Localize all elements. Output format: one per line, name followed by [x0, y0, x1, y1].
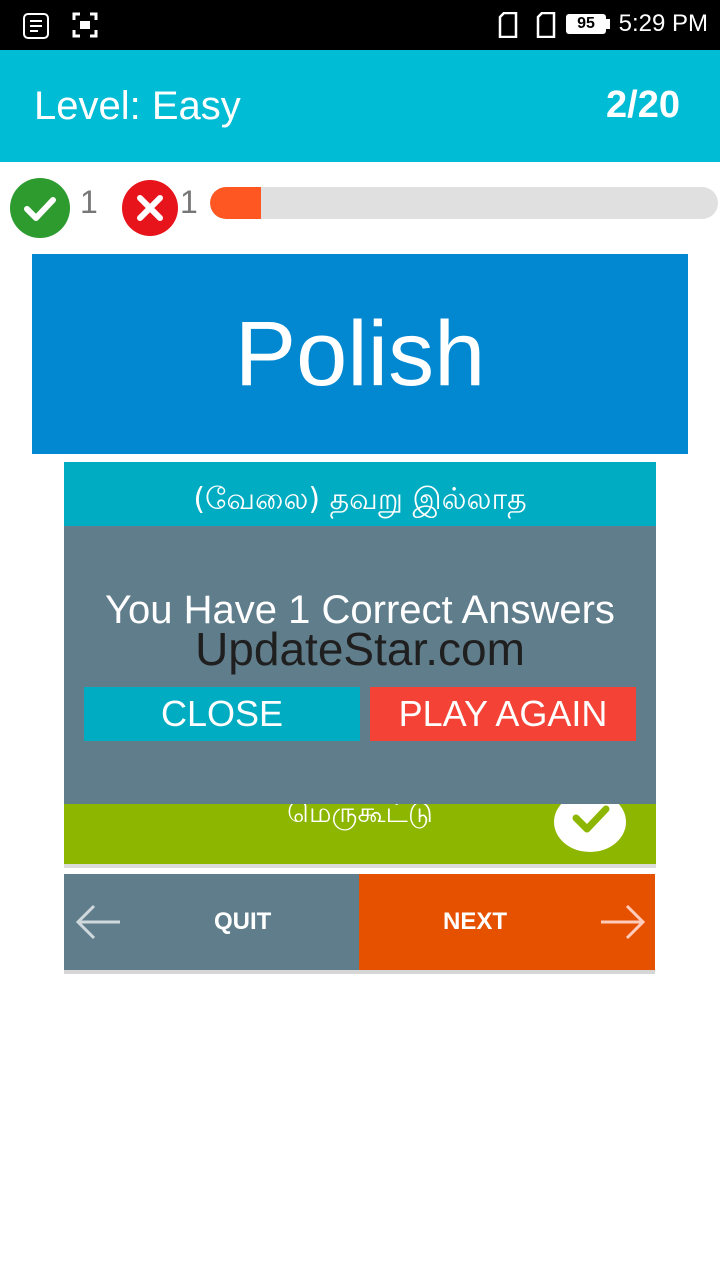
sim-card-icon — [536, 11, 556, 42]
screenshot-icon — [72, 12, 98, 42]
question-counter: 2/20 — [606, 84, 680, 126]
watermark: UpdateStar.com — [195, 623, 525, 675]
app-bar: Level: Easy 2/20 — [0, 50, 720, 162]
quit-label: QUIT — [214, 908, 272, 935]
arrow-right-icon — [599, 902, 647, 946]
wrong-count: 1 — [180, 184, 198, 220]
quit-button[interactable]: QUIT — [64, 874, 359, 974]
correct-count: 1 — [80, 184, 98, 220]
next-button[interactable]: NEXT — [359, 874, 655, 974]
progress-fill — [210, 187, 261, 219]
list-icon — [22, 12, 50, 44]
x-circle-icon — [122, 180, 178, 236]
status-time: 5:29 PM — [618, 10, 708, 37]
sim-card-icon — [498, 11, 518, 42]
check-circle-icon — [10, 178, 70, 238]
arrow-left-icon — [74, 902, 122, 946]
close-button[interactable]: CLOSE — [84, 687, 360, 741]
battery-tip — [606, 19, 610, 29]
progress-bar — [210, 187, 718, 219]
result-dialog: You Have 1 Correct Answers UpdateStar.co… — [64, 526, 656, 804]
level-title: Level: Easy — [34, 84, 241, 128]
status-bar: 95 5:29 PM — [0, 0, 720, 50]
battery-icon: 95 — [566, 14, 606, 34]
play-again-button[interactable]: PLAY AGAIN — [370, 687, 636, 741]
question-word: Polish — [234, 303, 486, 405]
word-card: Polish — [32, 254, 688, 454]
answer-option-text: (வேலை) தவறு இல்லாத — [193, 482, 527, 517]
next-label: NEXT — [443, 908, 508, 935]
battery-level: 95 — [577, 15, 595, 32]
